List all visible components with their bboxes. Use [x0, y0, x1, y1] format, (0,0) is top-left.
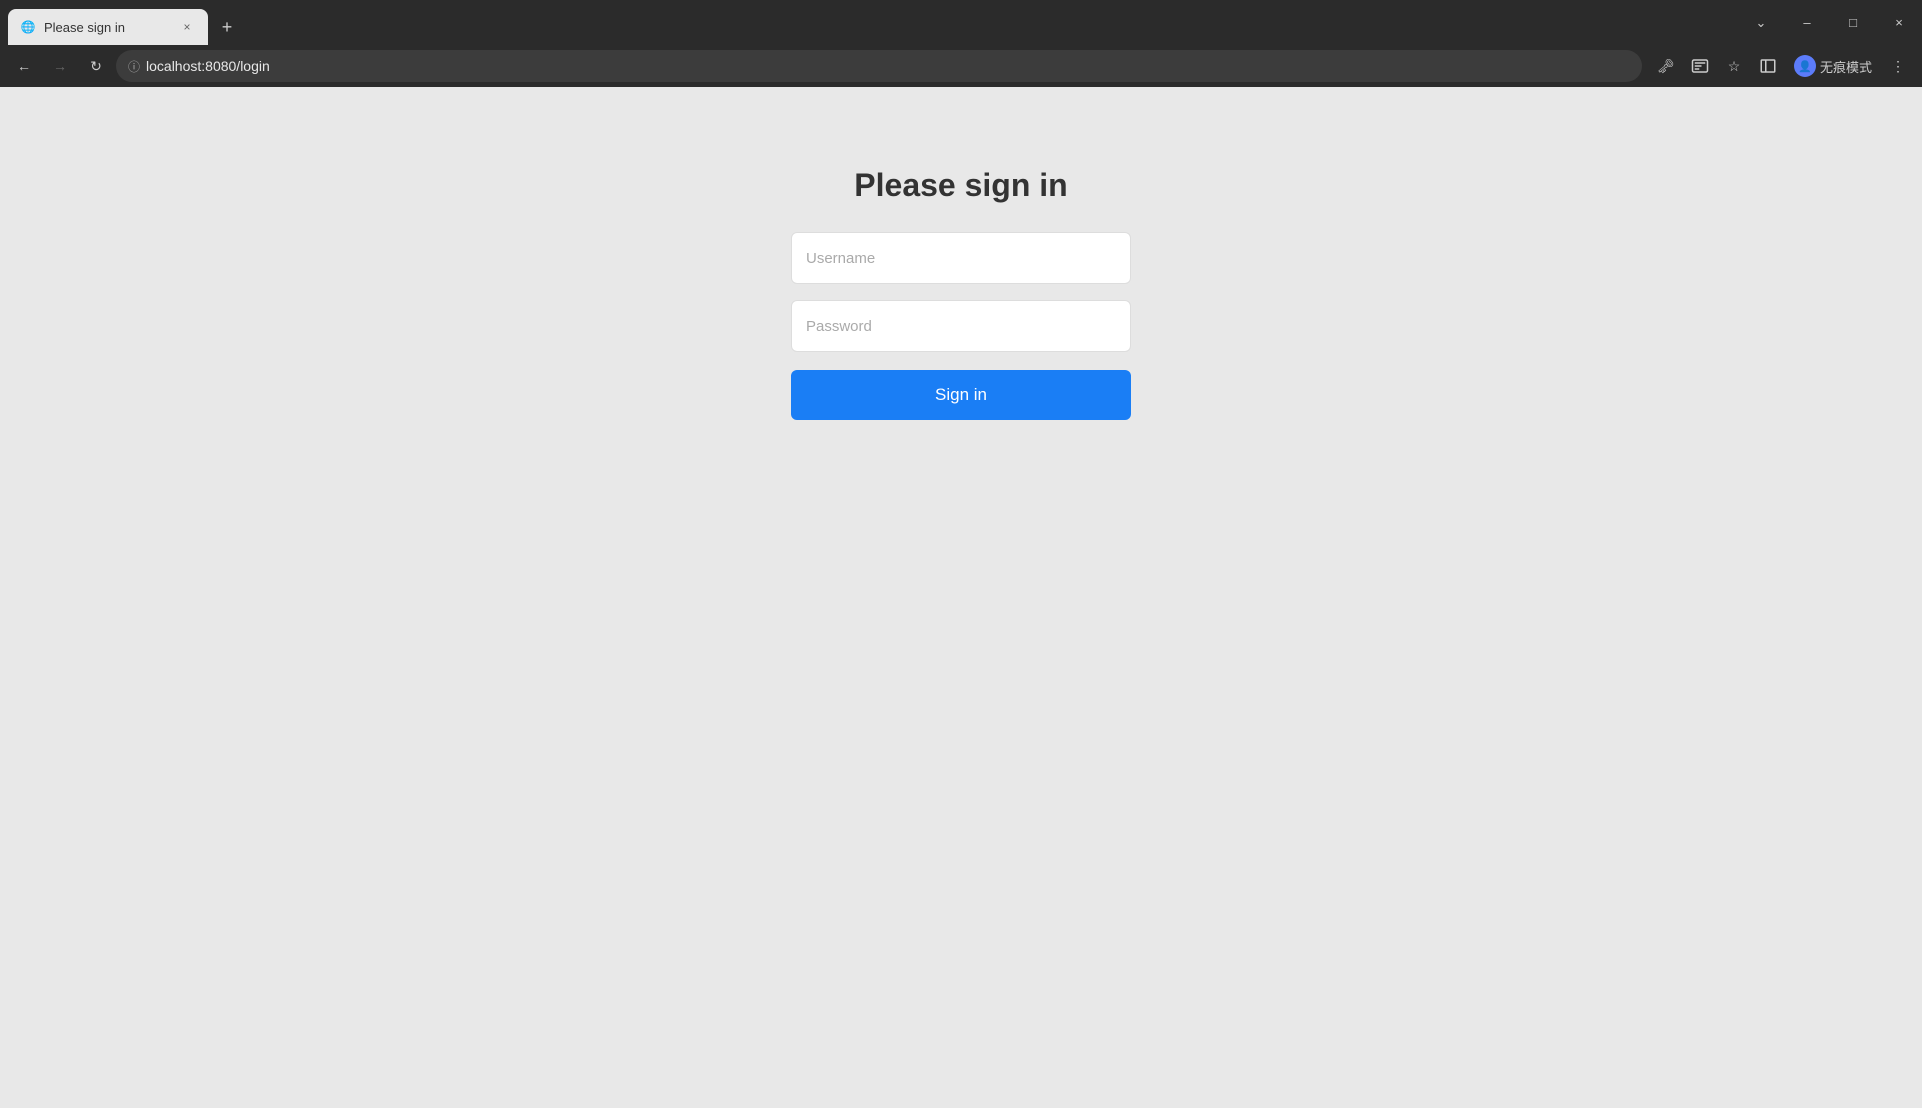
page-content: Please sign in Sign in: [0, 87, 1922, 1108]
window-controls: ⌄ – □ ×: [1738, 0, 1922, 45]
window-maximize-button[interactable]: □: [1830, 7, 1876, 39]
sidebar-icon[interactable]: [1752, 50, 1784, 82]
translate-icon[interactable]: [1684, 50, 1716, 82]
password-input[interactable]: [791, 300, 1131, 352]
window-close-button[interactable]: ×: [1876, 7, 1922, 39]
forward-button[interactable]: →: [44, 50, 76, 82]
active-tab[interactable]: 🌐 Please sign in ×: [8, 9, 208, 45]
bookmark-icon[interactable]: ☆: [1718, 50, 1750, 82]
address-bar[interactable]: ⓘ localhost:8080/login: [116, 50, 1642, 82]
menu-button[interactable]: ⋮: [1882, 50, 1914, 82]
window-chevron-button[interactable]: ⌄: [1738, 7, 1784, 39]
login-form-container: Please sign in Sign in: [791, 167, 1131, 420]
login-title: Please sign in: [854, 167, 1067, 204]
new-tab-button[interactable]: +: [212, 12, 242, 42]
tab-title: Please sign in: [44, 20, 170, 35]
username-input[interactable]: [791, 232, 1131, 284]
refresh-button[interactable]: ↻: [80, 50, 112, 82]
browser-chrome: 🌐 Please sign in × + ⌄ – □ × ← → ↻ ⓘ loc…: [0, 0, 1922, 87]
navigation-bar: ← → ↻ ⓘ localhost:8080/login 🗝 ☆: [0, 45, 1922, 87]
browser-window: 🌐 Please sign in × + ⌄ – □ × ← → ↻ ⓘ loc…: [0, 0, 1922, 1108]
profile-avatar: 👤: [1794, 55, 1816, 77]
window-minimize-button[interactable]: –: [1784, 7, 1830, 39]
profile-button[interactable]: 👤 无痕模式: [1786, 51, 1880, 81]
tab-close-button[interactable]: ×: [178, 18, 196, 36]
tab-bar: 🌐 Please sign in × + ⌄ – □ ×: [0, 0, 1922, 45]
toolbar-right: 🗝 ☆ 👤 无痕模式 ⋮: [1650, 50, 1914, 82]
tab-favicon: 🌐: [20, 19, 36, 35]
address-info-icon: ⓘ: [128, 58, 140, 75]
sign-in-button[interactable]: Sign in: [791, 370, 1131, 420]
address-text: localhost:8080/login: [146, 58, 1630, 74]
profile-label: 无痕模式: [1820, 57, 1872, 76]
password-manager-icon[interactable]: 🗝: [1650, 50, 1682, 82]
back-button[interactable]: ←: [8, 50, 40, 82]
